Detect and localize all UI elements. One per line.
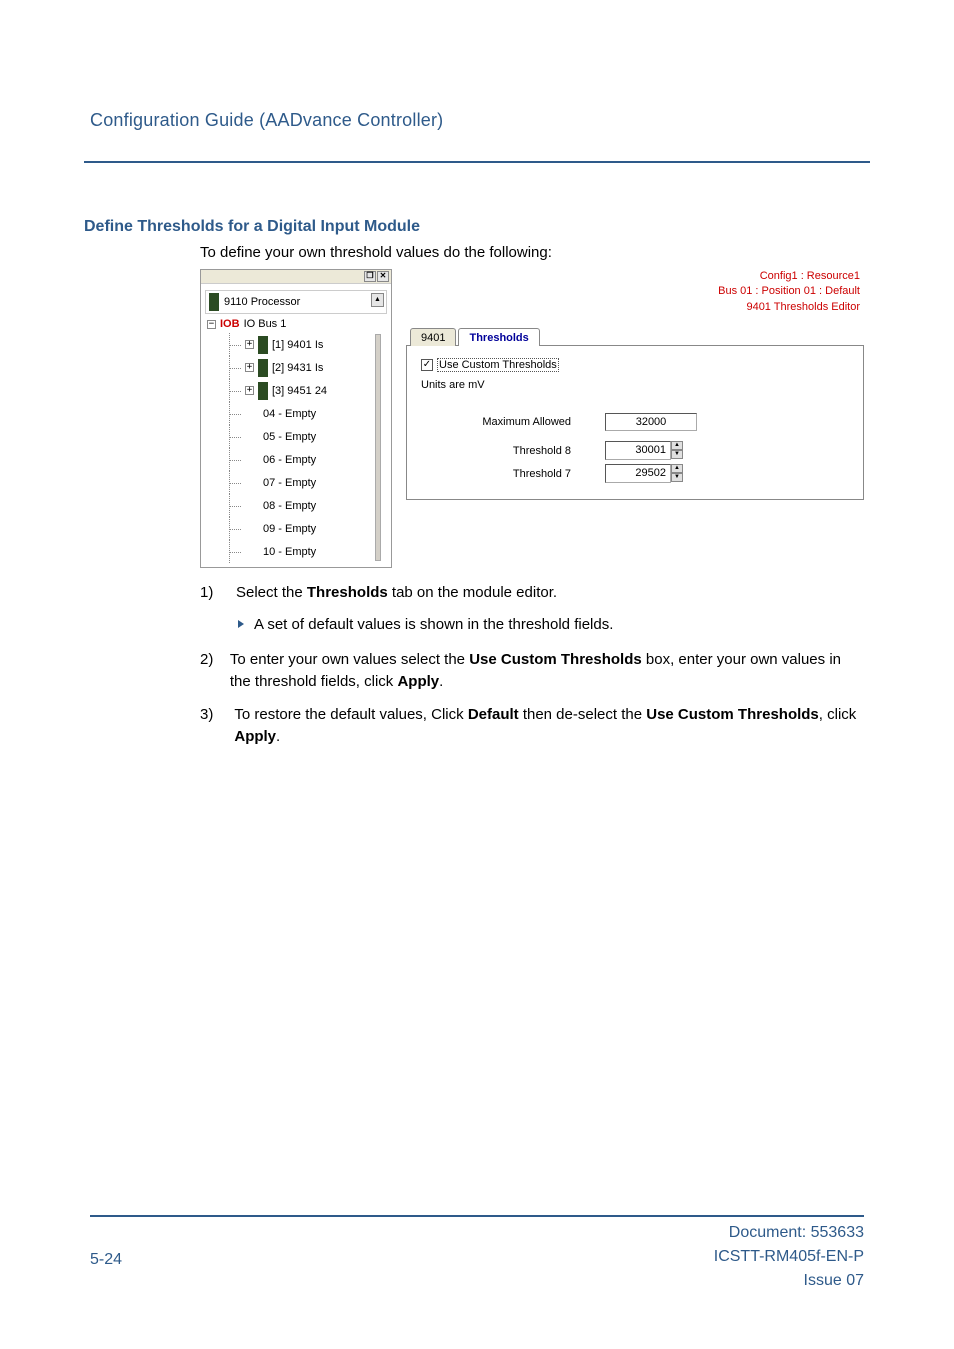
slot-label: 09 - Empty [263, 523, 316, 535]
list-item[interactable]: 09 - Empty [225, 517, 387, 540]
slot-list: + [1] 9401 Is + [2] 9431 Is + [3] 9451 24 0… [225, 333, 387, 563]
scroll-up-icon[interactable]: ▲ [371, 293, 384, 307]
scrollbar[interactable] [375, 334, 381, 561]
list-item[interactable]: 07 - Empty [225, 471, 387, 494]
page-number: 5-24 [90, 1251, 122, 1269]
intro-text: To define your own threshold values do t… [200, 244, 864, 261]
expand-icon[interactable]: + [245, 363, 254, 372]
thresholds-editor-panel: Config1 : Resource1 Bus 01 : Position 01… [406, 269, 864, 568]
list-item[interactable]: + [1] 9401 Is [225, 333, 387, 356]
threshold8-label: Threshold 8 [461, 445, 571, 457]
list-item[interactable]: 08 - Empty [225, 494, 387, 517]
text: then de-select the [519, 706, 647, 723]
text: A set of default values is shown in the … [254, 616, 613, 633]
expand-icon[interactable]: + [245, 386, 254, 395]
list-item[interactable]: 04 - Empty [225, 402, 387, 425]
context-line: Config1 : Resource1 [406, 269, 860, 284]
text: To restore the default values, Click [234, 706, 467, 723]
units-label: Units are mV [421, 379, 849, 391]
io-bus-node[interactable]: − IOB IO Bus 1 [207, 318, 387, 330]
text: Select the [236, 584, 307, 601]
close-icon[interactable]: ✕ [377, 271, 389, 282]
spin-down-icon[interactable]: ▼ [671, 450, 683, 459]
step-1-sub: A set of default values is shown in the … [238, 616, 864, 633]
screenshot-composite: ❐ ✕ 9110 Processor ▲ − IOB IO Bus 1 [200, 269, 864, 568]
module-icon [258, 359, 268, 377]
step-number: 3) [200, 704, 224, 748]
restore-icon[interactable]: ❐ [364, 271, 376, 282]
bus-label: IO Bus 1 [244, 318, 287, 330]
collapse-icon[interactable]: − [207, 320, 216, 329]
text-bold: Use Custom Thresholds [469, 651, 642, 668]
list-item[interactable]: 06 - Empty [225, 448, 387, 471]
navigator-tree-panel: ❐ ✕ 9110 Processor ▲ − IOB IO Bus 1 [200, 269, 392, 568]
step-number: 1) [200, 582, 226, 604]
doc-code: ICSTT-RM405f-EN-P [714, 1245, 864, 1269]
slot-label: 04 - Empty [263, 408, 316, 420]
expand-icon[interactable]: + [245, 340, 254, 349]
step-number: 2) [200, 649, 220, 693]
threshold8-input[interactable]: 30001 [605, 441, 671, 460]
max-allowed-label: Maximum Allowed [461, 416, 571, 428]
threshold7-label: Threshold 7 [461, 468, 571, 480]
tab-9401[interactable]: 9401 [410, 328, 456, 346]
list-item[interactable]: 05 - Empty [225, 425, 387, 448]
slot-label: 07 - Empty [263, 477, 316, 489]
list-item[interactable]: + [2] 9431 Is [225, 356, 387, 379]
text: To enter your own values select the [230, 651, 469, 668]
section-heading: Define Thresholds for a Digital Input Mo… [84, 218, 864, 236]
spin-up-icon[interactable]: ▲ [671, 441, 683, 450]
text-bold: Apply [397, 673, 439, 690]
module-icon [258, 382, 268, 400]
footer-doc-info: Document: 553633 ICSTT-RM405f-EN-P Issue… [714, 1221, 864, 1293]
text: . [439, 673, 443, 690]
step-3: 3) To restore the default values, Click … [200, 704, 864, 748]
slot-label: [2] 9431 Is [272, 362, 323, 374]
text-bold: Use Custom Thresholds [646, 706, 819, 723]
doc-issue: Issue 07 [714, 1269, 864, 1293]
list-item[interactable]: 10 - Empty [225, 540, 387, 563]
module-icon [258, 336, 268, 354]
context-line: 9401 Thresholds Editor [406, 300, 860, 315]
panel-titlebar: ❐ ✕ [201, 270, 391, 284]
slot-label: 08 - Empty [263, 500, 316, 512]
context-line: Bus 01 : Position 01 : Default [406, 284, 860, 299]
tab-bar: 9401 Thresholds [406, 327, 864, 346]
text: tab on the module editor. [388, 584, 557, 601]
header-rule [84, 161, 870, 163]
slot-label: 10 - Empty [263, 546, 316, 558]
triangle-bullet-icon [238, 620, 244, 628]
use-custom-checkbox[interactable]: ✓ [421, 359, 433, 371]
text: . [276, 728, 280, 745]
slot-label: 06 - Empty [263, 454, 316, 466]
text-bold: Thresholds [307, 584, 388, 601]
processor-label: 9110 Processor [224, 296, 300, 308]
text: , click [819, 706, 857, 723]
use-custom-label: Use Custom Thresholds [438, 359, 558, 371]
threshold7-input[interactable]: 29502 [605, 464, 671, 483]
editor-context: Config1 : Resource1 Bus 01 : Position 01… [406, 269, 864, 315]
spin-down-icon[interactable]: ▼ [671, 473, 683, 482]
text-bold: Default [468, 706, 519, 723]
tab-thresholds[interactable]: Thresholds [458, 328, 539, 346]
spin-up-icon[interactable]: ▲ [671, 464, 683, 473]
footer-rule [90, 1215, 864, 1217]
editor-body: ✓ Use Custom Thresholds Units are mV Max… [406, 346, 864, 500]
slot-label: [3] 9451 24 [272, 385, 327, 397]
list-item[interactable]: + [3] 9451 24 [225, 379, 387, 402]
processor-node[interactable]: 9110 Processor ▲ [205, 290, 387, 314]
max-allowed-value: 32000 [605, 413, 697, 431]
page-header: Configuration Guide (AADvance Controller… [90, 110, 864, 131]
step-2: 2) To enter your own values select the U… [200, 649, 864, 693]
slot-label: 05 - Empty [263, 431, 316, 443]
slot-label: [1] 9401 Is [272, 339, 323, 351]
iob-prefix: IOB [220, 318, 240, 330]
doc-number: Document: 553633 [714, 1221, 864, 1245]
step-1: 1) Select the Thresholds tab on the modu… [200, 582, 864, 604]
text-bold: Apply [234, 728, 276, 745]
instruction-steps: 1) Select the Thresholds tab on the modu… [200, 582, 864, 748]
processor-icon [209, 293, 219, 311]
